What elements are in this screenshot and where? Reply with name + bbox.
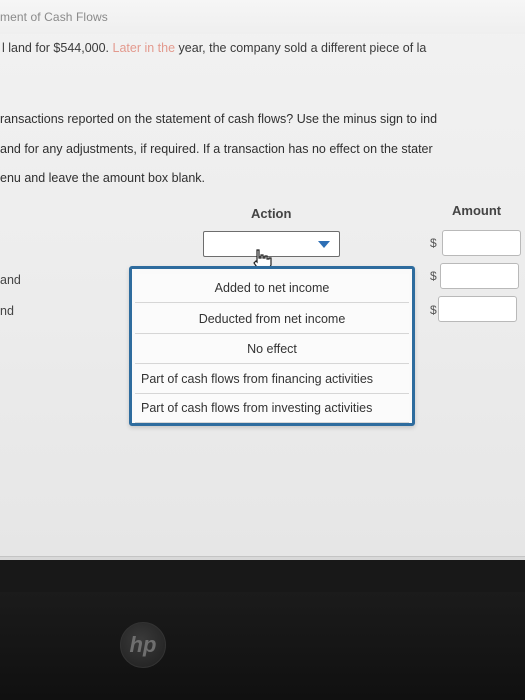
option-added-to-net-income[interactable]: Added to net income bbox=[135, 274, 409, 303]
problem-text-faded: Later in the bbox=[112, 41, 176, 55]
action-dropdown-menu: Added to net income Deducted from net in… bbox=[129, 266, 415, 426]
currency-symbol-1: $ bbox=[430, 236, 437, 250]
currency-symbol-3: $ bbox=[430, 303, 437, 317]
option-deducted-from-net-income[interactable]: Deducted from net income bbox=[135, 305, 409, 334]
instruction-line-1: ransactions reported on the statement of… bbox=[0, 112, 438, 126]
screen: ment of Cash Flows l land for $544,000. … bbox=[0, 0, 525, 560]
amount-column-header: Amount bbox=[452, 203, 502, 218]
amount-input-2[interactable] bbox=[440, 263, 519, 289]
hp-logo: hp bbox=[120, 622, 166, 668]
option-no-effect[interactable]: No effect bbox=[135, 335, 409, 364]
chevron-down-icon[interactable] bbox=[318, 241, 330, 248]
problem-text: l land for $544,000. Later in the year, … bbox=[2, 41, 426, 55]
currency-symbol-2: $ bbox=[430, 269, 437, 283]
taskbar: W bbox=[0, 556, 525, 560]
amount-input-3[interactable] bbox=[438, 296, 517, 322]
row-label-2: and bbox=[0, 273, 21, 287]
problem-text-suffix: year, the company sold a different piece… bbox=[178, 41, 427, 55]
instruction-line-2: and for any adjustments, if required. If… bbox=[0, 142, 433, 156]
instruction-line-3: enu and leave the amount box blank. bbox=[0, 171, 206, 185]
laptop-bezel bbox=[0, 592, 525, 700]
option-investing-activities[interactable]: Part of cash flows from investing activi… bbox=[135, 394, 409, 423]
header-strip: ment of Cash Flows bbox=[0, 0, 525, 34]
problem-text-prefix: l land for $544,000. bbox=[2, 41, 110, 55]
action-column-header: Action bbox=[251, 206, 292, 221]
row-label-3: nd bbox=[0, 304, 14, 318]
amount-input-1[interactable] bbox=[442, 230, 521, 256]
option-financing-activities[interactable]: Part of cash flows from financing activi… bbox=[135, 365, 409, 394]
page-title: ment of Cash Flows bbox=[0, 10, 108, 24]
